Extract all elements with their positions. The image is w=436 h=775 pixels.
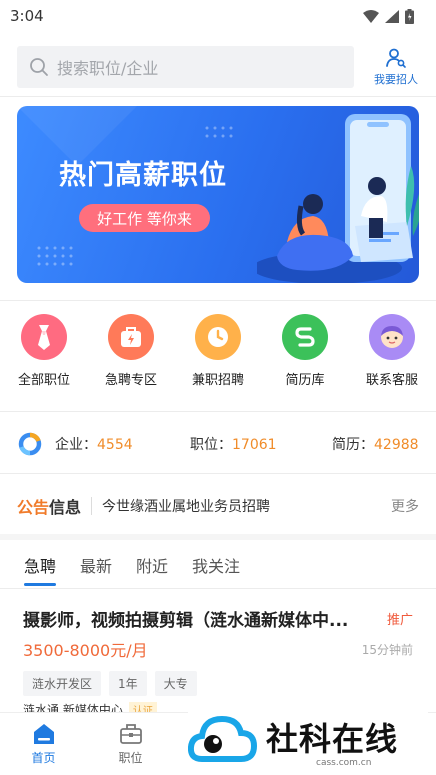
signal-icon bbox=[385, 9, 399, 23]
tie-icon bbox=[21, 314, 67, 360]
briefcase-icon bbox=[119, 723, 142, 744]
quick-link-label: 联系客服 bbox=[365, 373, 418, 388]
job-tag: 涟水开发区 bbox=[23, 671, 102, 696]
stat-value: 4554 bbox=[97, 437, 133, 453]
notice-tag: 公告信息 bbox=[17, 498, 82, 517]
section-gap bbox=[0, 534, 436, 540]
recruit-button[interactable]: 我要招人 bbox=[364, 42, 428, 92]
watermark-sub: cass.com.cn bbox=[316, 758, 372, 768]
banner-slogan: 好工作 等你来 bbox=[79, 204, 210, 232]
job-tags: 涟水开发区 1年 大专 bbox=[23, 671, 413, 696]
resume-s-icon bbox=[282, 314, 328, 360]
quick-link-all-jobs[interactable]: 全部职位 bbox=[10, 314, 78, 394]
stat-value: 42988 bbox=[374, 437, 419, 453]
job-card[interactable]: 摄影师，视频拍摄剪辑（涟水通新媒体中... 推广 3500-8000元/月 15… bbox=[0, 600, 436, 716]
battery-icon bbox=[405, 8, 414, 24]
search-input[interactable]: 搜索职位/企业 bbox=[17, 46, 354, 88]
banner-title: 热门高薪职位 bbox=[59, 160, 227, 191]
job-tabs: 急聘 最新 附近 我关注 bbox=[0, 542, 436, 588]
stats-row: 企业：4554 职位：17061 简历：42988 bbox=[0, 424, 436, 464]
quick-links: 全部职位 急聘专区 兼职招聘 简历库 联系客服 bbox=[0, 314, 436, 394]
quick-link-part-time[interactable]: 兼职招聘 bbox=[184, 314, 252, 394]
watermark: 社科在线 cass.com.cn bbox=[188, 708, 428, 770]
quick-link-customer-service[interactable]: 联系客服 bbox=[358, 314, 426, 394]
quick-link-label: 全部职位 bbox=[17, 373, 70, 388]
stats-ring-icon bbox=[18, 432, 42, 456]
watermark-logo bbox=[188, 715, 258, 762]
status-bar: 3:04 bbox=[0, 0, 436, 32]
quick-link-resume-bank[interactable]: 简历库 bbox=[271, 314, 339, 394]
job-tag: 大专 bbox=[154, 671, 197, 696]
wifi-icon bbox=[363, 9, 379, 23]
person-search-icon bbox=[386, 48, 406, 68]
stat-label: 企业： bbox=[55, 437, 97, 453]
job-tag: 1年 bbox=[109, 671, 147, 696]
quick-link-label: 兼职招聘 bbox=[191, 373, 244, 388]
divider bbox=[0, 473, 436, 474]
urgent-bag-icon bbox=[108, 314, 154, 360]
notice-more-link[interactable]: 更多 bbox=[391, 496, 419, 516]
search-icon bbox=[30, 58, 48, 76]
tab-urgent[interactable]: 急聘 bbox=[12, 542, 68, 588]
divider bbox=[0, 96, 436, 97]
nav-jobs[interactable]: 职位 bbox=[87, 713, 174, 775]
stat-value: 17061 bbox=[232, 437, 277, 453]
divider bbox=[0, 588, 436, 589]
status-time: 3:04 bbox=[10, 7, 44, 25]
stat-jobs: 职位：17061 bbox=[190, 434, 332, 454]
stat-companies: 企业：4554 bbox=[55, 434, 190, 454]
search-placeholder: 搜索职位/企业 bbox=[57, 59, 159, 78]
job-salary: 3500-8000元/月 bbox=[23, 641, 148, 660]
divider bbox=[0, 300, 436, 301]
tab-nearby[interactable]: 附近 bbox=[124, 542, 180, 588]
quick-link-urgent[interactable]: 急聘专区 bbox=[97, 314, 165, 394]
clock-icon bbox=[195, 314, 241, 360]
divider bbox=[0, 411, 436, 412]
quick-link-label: 急聘专区 bbox=[104, 373, 157, 388]
search-row: 搜索职位/企业 我要招人 bbox=[0, 42, 436, 92]
tab-following[interactable]: 我关注 bbox=[180, 542, 252, 588]
promo-banner[interactable]: 热门高薪职位 好工作 等你来 bbox=[17, 106, 419, 283]
banner-illustration bbox=[257, 114, 419, 283]
status-icons bbox=[363, 8, 414, 24]
home-icon bbox=[33, 723, 54, 744]
nav-label: 首页 bbox=[31, 750, 56, 765]
job-posted-time: 15分钟前 bbox=[361, 642, 413, 657]
stat-label: 简历： bbox=[332, 437, 374, 453]
notice-bar[interactable]: 公告信息 今世缘酒业属地业务员招聘 更多 bbox=[0, 486, 436, 526]
nav-label: 职位 bbox=[118, 750, 143, 765]
job-title: 摄影师，视频拍摄剪辑（涟水通新媒体中... bbox=[23, 610, 349, 631]
notice-text[interactable]: 今世缘酒业属地业务员招聘 bbox=[102, 496, 391, 516]
recruit-label: 我要招人 bbox=[374, 73, 418, 86]
quick-link-label: 简历库 bbox=[285, 373, 325, 388]
service-avatar-icon bbox=[369, 314, 415, 360]
tab-latest[interactable]: 最新 bbox=[68, 542, 124, 588]
stat-label: 职位： bbox=[190, 437, 232, 453]
watermark-text: 社科在线 bbox=[266, 720, 399, 758]
notice-separator bbox=[91, 497, 93, 515]
promo-badge: 推广 bbox=[386, 612, 413, 628]
stat-resumes: 简历：42988 bbox=[332, 434, 419, 454]
nav-home[interactable]: 首页 bbox=[0, 713, 87, 775]
